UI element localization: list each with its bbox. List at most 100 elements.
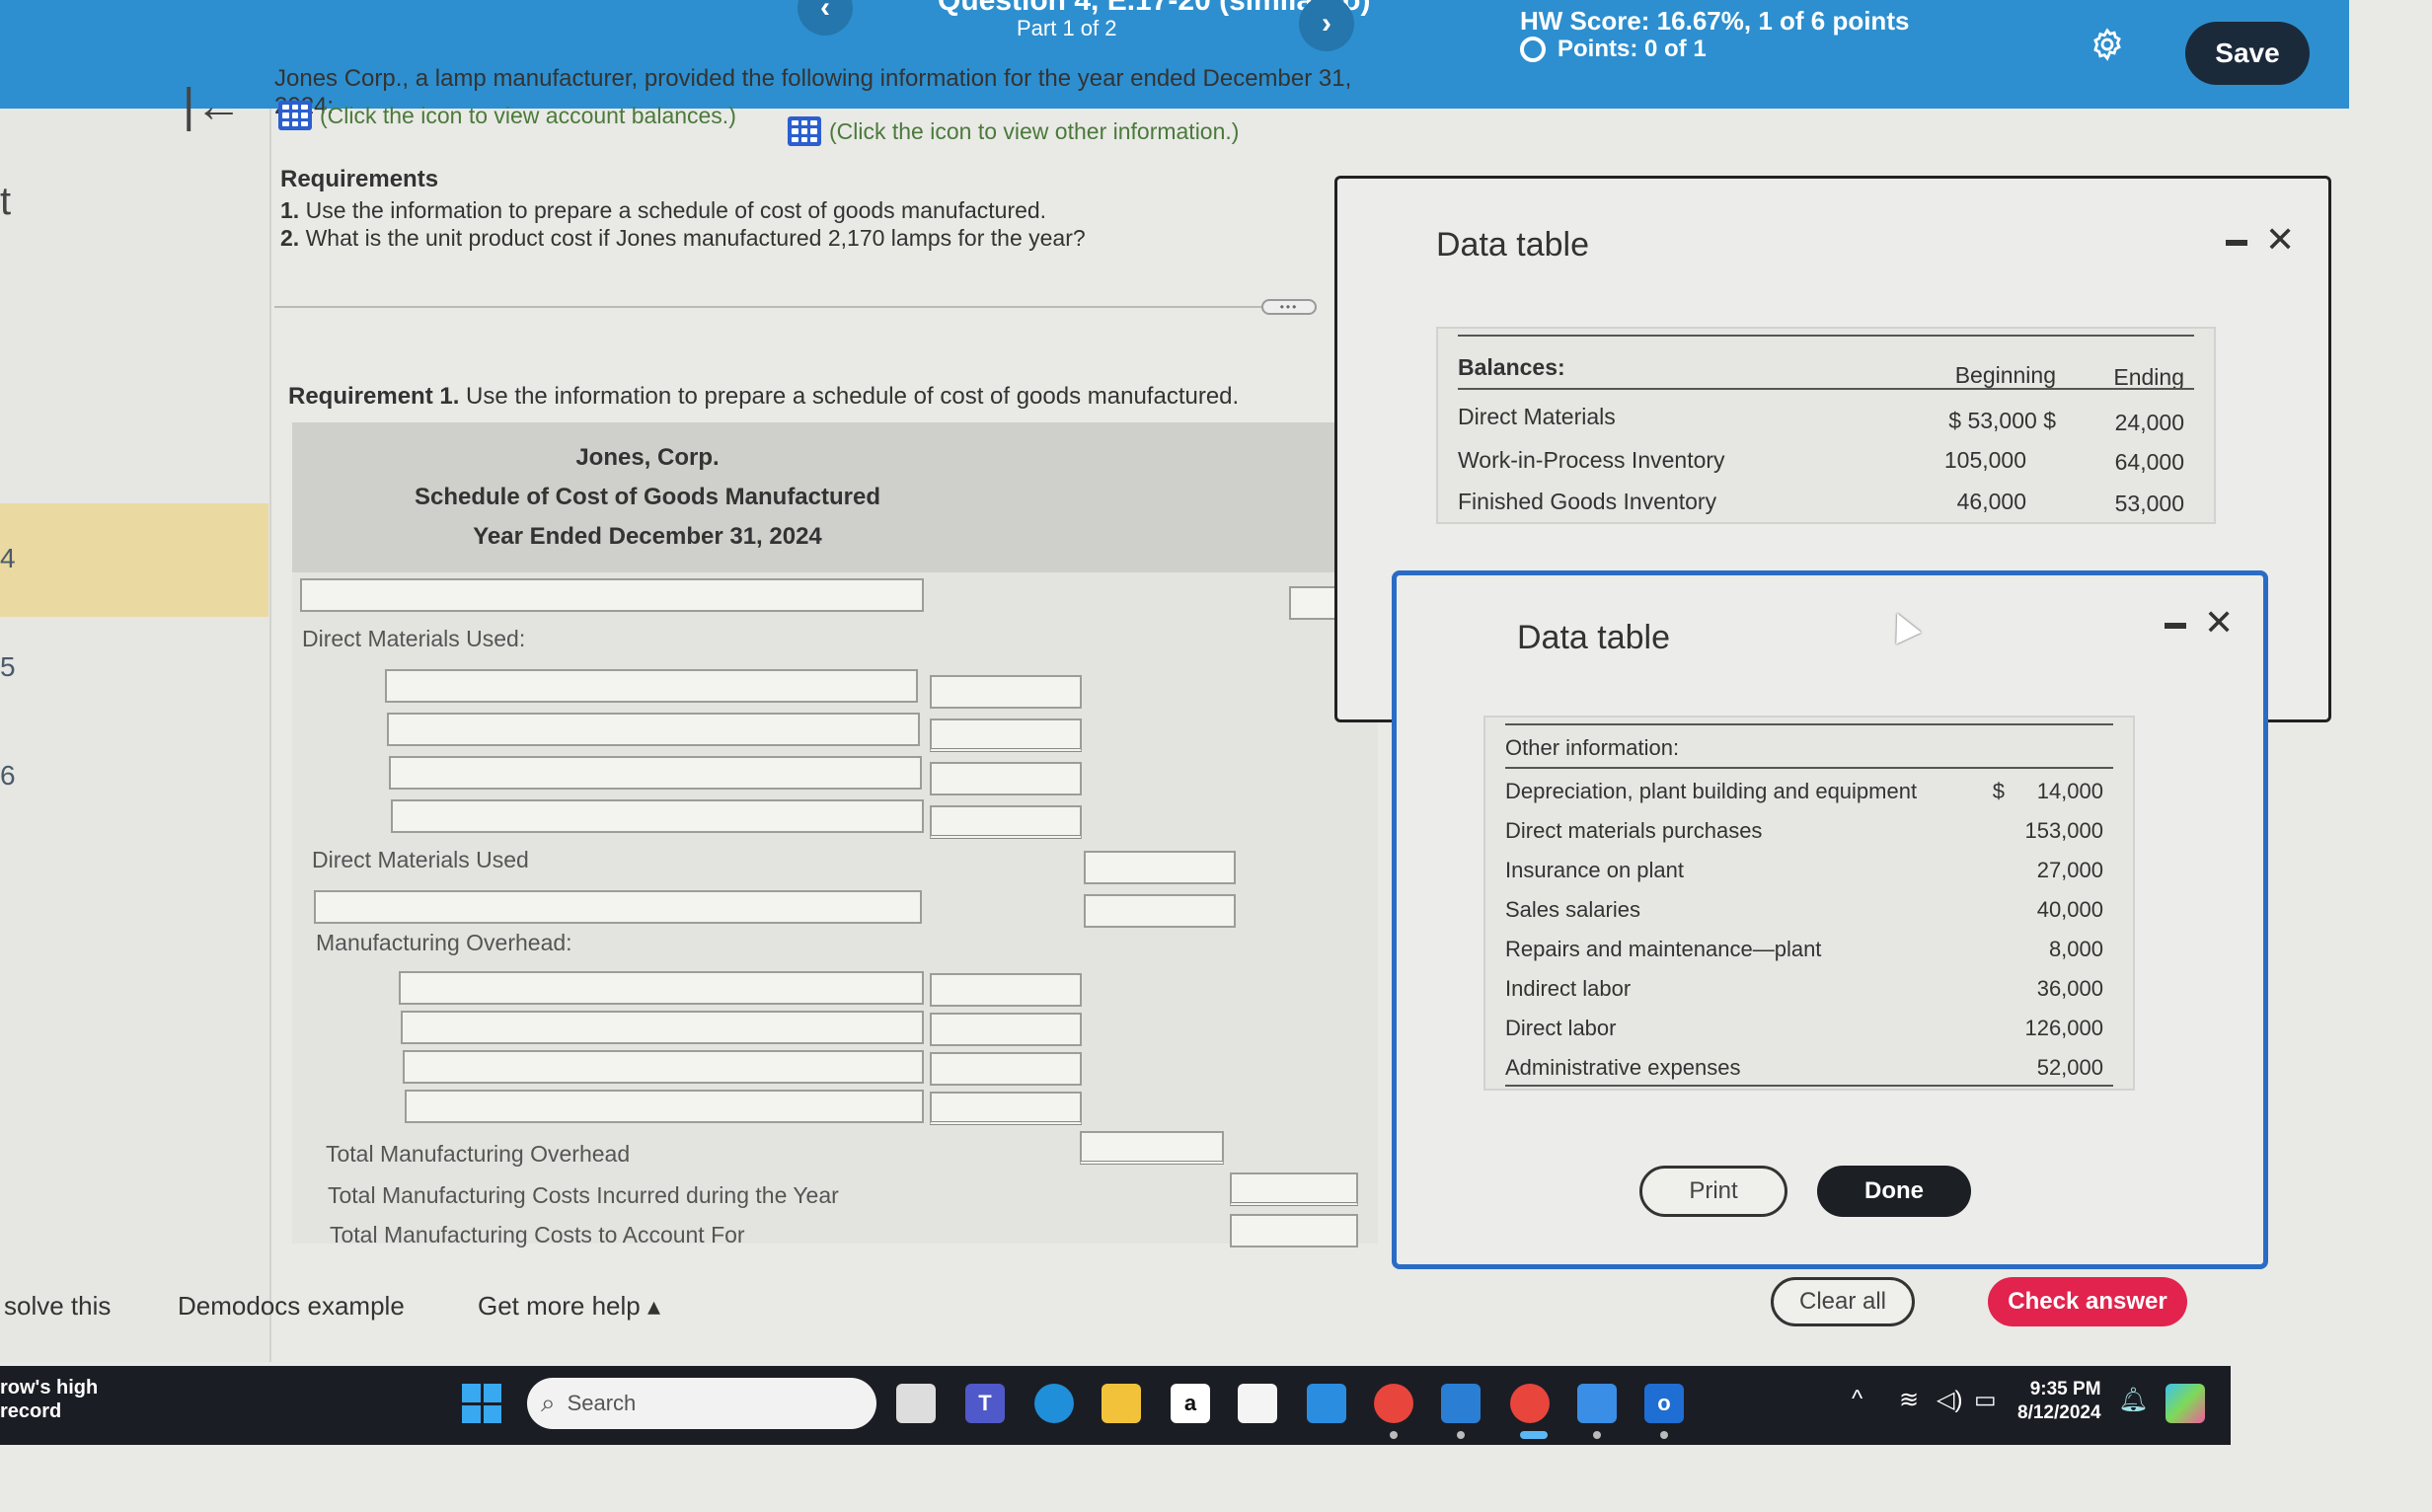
- moh-account-select-1[interactable]: [399, 971, 924, 1005]
- balances-table: Balances: Beginning Ending Direct Materi…: [1436, 327, 2216, 524]
- taskbar-search[interactable]: ⌕ Search: [527, 1378, 876, 1429]
- sidebar-item-number: 4: [0, 543, 16, 573]
- photos-icon[interactable]: [1577, 1384, 1617, 1423]
- dm-amount-input-4[interactable]: [930, 805, 1082, 839]
- check-answer-button[interactable]: Check answer: [1988, 1277, 2187, 1326]
- running-indicator: [1593, 1431, 1601, 1439]
- show-hidden-icons-chevron-up-icon[interactable]: ^: [1852, 1386, 1862, 1413]
- store-icon[interactable]: [1238, 1384, 1277, 1423]
- chrome-profile-c-icon[interactable]: [1374, 1384, 1413, 1423]
- other-information-link[interactable]: (Click the icon to view other informatio…: [788, 116, 1239, 146]
- volume-icon[interactable]: ◁): [1937, 1386, 1962, 1414]
- table-grid-icon: [788, 116, 821, 146]
- previous-question-button[interactable]: ‹: [798, 0, 853, 36]
- dm-used-total-label: Direct Materials Used: [312, 847, 529, 872]
- other-info-table: Other information: Depreciation, plant b…: [1483, 716, 2135, 1091]
- sidebar-item-6[interactable]: 6: [0, 760, 16, 792]
- table-rule: [1458, 388, 2194, 390]
- minimize-icon[interactable]: [2165, 623, 2186, 629]
- problem-content: Jones Corp., a lamp manufacturer, provid…: [274, 65, 1380, 1273]
- file-explorer-icon[interactable]: [1102, 1384, 1141, 1423]
- weather-widget[interactable]: row's high record: [0, 1376, 98, 1423]
- wifi-icon[interactable]: ≋: [1899, 1386, 1919, 1414]
- help-demodocs-link[interactable]: Demodocs example: [178, 1291, 405, 1322]
- question-part: Part 1 of 2: [1017, 16, 1117, 40]
- search-icon: ⌕: [541, 1388, 556, 1417]
- dm-account-select-4[interactable]: [391, 799, 924, 833]
- total-account-input[interactable]: [1230, 1214, 1358, 1247]
- notification-bell-icon[interactable]: 🔔︎: [2118, 1386, 2148, 1414]
- other-information-link-text: (Click the icon to view other informatio…: [829, 117, 1240, 144]
- sidebar-item-current[interactable]: 4: [0, 503, 268, 617]
- schedule-line-select[interactable]: [300, 578, 924, 612]
- total-moh-input[interactable]: [1080, 1131, 1224, 1165]
- dm-used-total-input[interactable]: [1084, 851, 1236, 884]
- table-rule: [1505, 1085, 2113, 1087]
- done-button[interactable]: Done: [1817, 1166, 1971, 1217]
- dm-account-select-3[interactable]: [389, 756, 922, 790]
- clear-all-button[interactable]: Clear all: [1771, 1277, 1915, 1326]
- requirement-1: 1. Use the information to prepare a sche…: [280, 197, 1047, 223]
- account-balances-link-text: (Click the icon to view account balances…: [320, 102, 736, 128]
- schedule-body: Direct Materials Used: Direct Materials …: [292, 572, 1378, 1247]
- help-solve-this-link[interactable]: solve this: [4, 1291, 111, 1322]
- moh-amount-input-4[interactable]: [930, 1092, 1082, 1125]
- chrome-profile-k-icon[interactable]: [1510, 1384, 1550, 1423]
- next-question-button[interactable]: ›: [1299, 0, 1354, 51]
- close-icon[interactable]: ✕: [2265, 222, 2295, 258]
- account-balances-link[interactable]: (Click the icon to view account balances…: [278, 101, 736, 130]
- moh-amount-input-3[interactable]: [930, 1052, 1082, 1086]
- requirement-2: 2. What is the unit product cost if Jone…: [280, 225, 1086, 251]
- moh-amount-input-2[interactable]: [930, 1013, 1082, 1046]
- gear-icon[interactable]: [2090, 28, 2124, 61]
- direct-labor-select[interactable]: [314, 890, 922, 924]
- dm-amount-input-3[interactable]: [930, 762, 1082, 795]
- mail-icon[interactable]: [1307, 1384, 1346, 1423]
- hp-smart-icon[interactable]: [1441, 1384, 1481, 1423]
- question-list-sidebar: t 4 5 6: [0, 109, 271, 1362]
- running-indicator: [1390, 1431, 1398, 1439]
- dialog-title: Data table: [1436, 226, 1589, 264]
- system-clock[interactable]: 9:35 PM 8/12/2024: [2017, 1378, 2101, 1425]
- teams-icon[interactable]: T: [965, 1384, 1005, 1423]
- section-divider: [274, 306, 1261, 308]
- sidebar-title-fragment: t: [0, 180, 12, 223]
- requirements-heading: Requirements: [280, 166, 439, 192]
- print-button[interactable]: Print: [1639, 1166, 1787, 1217]
- moh-amount-input-1[interactable]: [930, 973, 1082, 1007]
- windows-start-icon[interactable]: [462, 1384, 501, 1423]
- task-view-icon[interactable]: [896, 1384, 936, 1423]
- close-icon[interactable]: ✕: [2204, 605, 2234, 641]
- get-more-help-button[interactable]: Get more help ▴: [478, 1291, 660, 1322]
- moh-account-select-4[interactable]: [405, 1090, 924, 1123]
- battery-icon[interactable]: ▭: [1974, 1386, 1997, 1414]
- moh-account-select-2[interactable]: [401, 1011, 924, 1044]
- outlook-icon[interactable]: o: [1644, 1384, 1684, 1423]
- dm-amount-input-2[interactable]: [930, 718, 1082, 752]
- edge-icon[interactable]: [1034, 1384, 1074, 1423]
- total-incurred-input[interactable]: [1230, 1172, 1358, 1206]
- table-grid-icon: [278, 101, 312, 130]
- dm-account-select-2[interactable]: [387, 713, 920, 746]
- dm-account-select-1[interactable]: [385, 669, 918, 703]
- hw-score: HW Score: 16.67%, 1 of 6 points: [1520, 6, 1910, 36]
- chevron-left-icon: ‹: [820, 0, 830, 24]
- moh-account-select-3[interactable]: [403, 1050, 924, 1084]
- requirement-1-prompt: Requirement 1. Use the information to pr…: [288, 383, 1240, 410]
- table-rule: [1458, 335, 2194, 337]
- incomplete-circle-icon: [1520, 37, 1546, 62]
- save-button[interactable]: Save: [2185, 22, 2310, 85]
- chevron-right-icon: ›: [1322, 7, 1331, 39]
- expand-more-button[interactable]: •••: [1261, 299, 1317, 315]
- direct-labor-input[interactable]: [1084, 894, 1236, 928]
- minimize-icon[interactable]: [2226, 240, 2247, 246]
- sidebar-item-5[interactable]: 5: [0, 651, 16, 683]
- collapse-sidebar-icon[interactable]: |←: [183, 79, 242, 133]
- total-moh-label: Total Manufacturing Overhead: [326, 1141, 631, 1167]
- amazon-icon[interactable]: a: [1171, 1384, 1210, 1423]
- windows-taskbar: row's high record ⌕ Search T a o ^ ≋ ◁) ▭…: [0, 1366, 2231, 1445]
- total-incurred-label: Total Manufacturing Costs Incurred durin…: [328, 1182, 839, 1208]
- dm-amount-input-1[interactable]: [930, 675, 1082, 709]
- dialog-title: Data table: [1517, 619, 1670, 656]
- copilot-icon[interactable]: [2166, 1384, 2205, 1423]
